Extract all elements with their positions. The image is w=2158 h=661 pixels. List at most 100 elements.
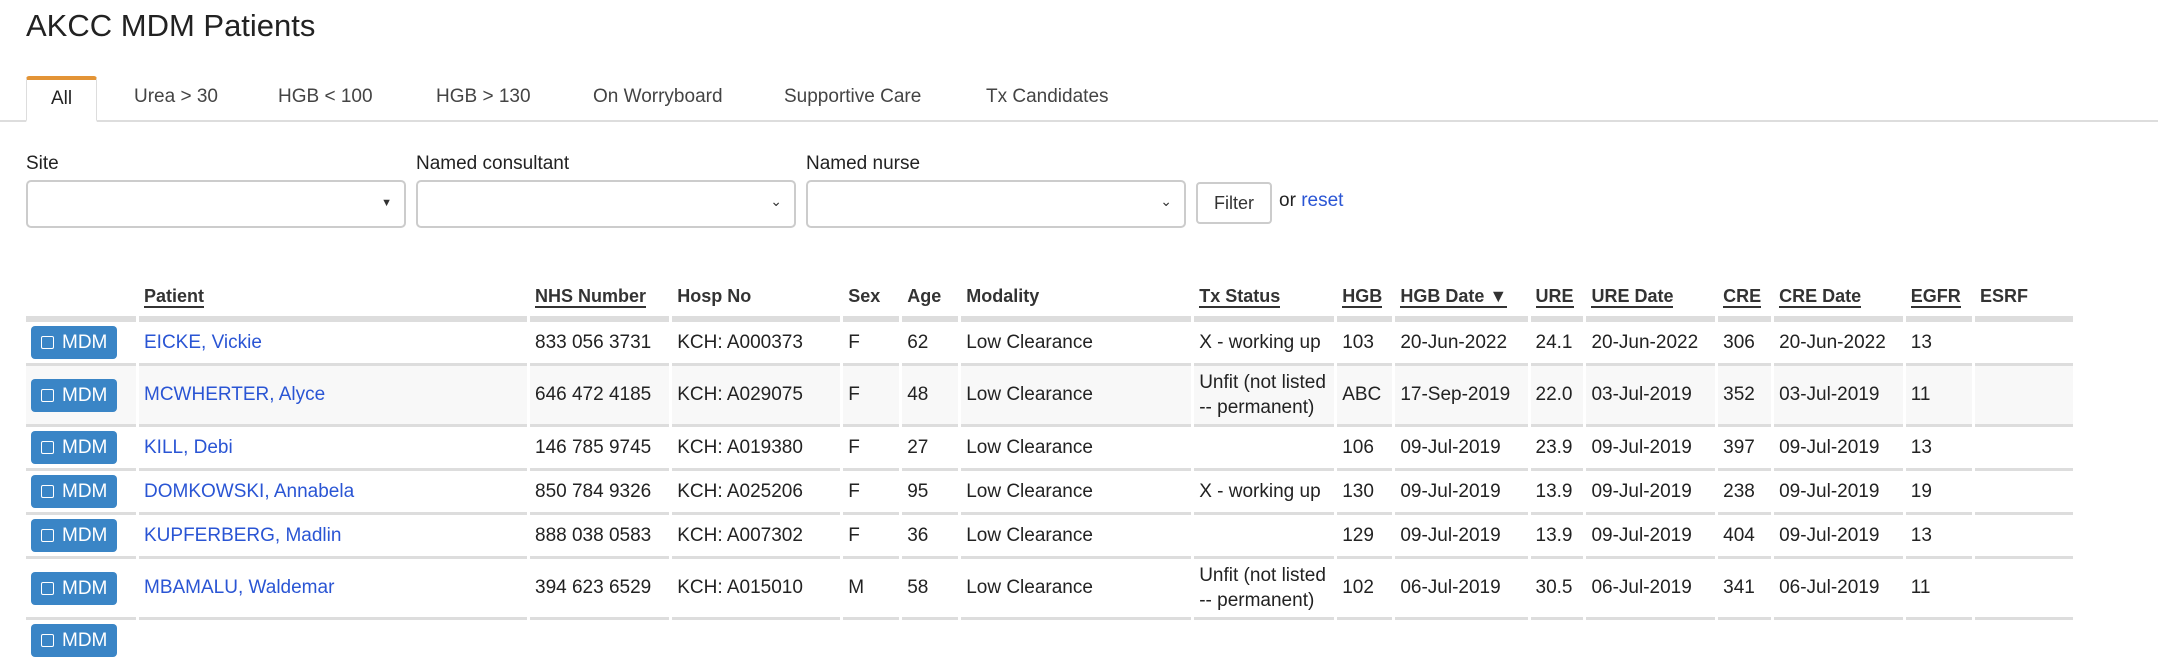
col-label: CRE bbox=[1723, 286, 1762, 308]
cell-age: 58 bbox=[902, 556, 959, 617]
patient-link[interactable]: MCWHERTER, Alyce bbox=[144, 384, 325, 405]
cell-esrf bbox=[1975, 424, 2073, 468]
mdm-button[interactable]: MDM bbox=[31, 431, 118, 464]
cell-hgb-date: 17-Sep-2019 bbox=[1395, 363, 1528, 424]
mdm-button[interactable]: MDM bbox=[31, 326, 118, 359]
col-label: Tx Status bbox=[1199, 286, 1281, 308]
cell-sex: F bbox=[843, 468, 900, 512]
cell-empty bbox=[1194, 617, 1335, 661]
cell-empty bbox=[1718, 617, 1772, 661]
col-cre[interactable]: CRE bbox=[1718, 286, 1772, 319]
col-egfr[interactable]: EGFR bbox=[1905, 286, 1972, 319]
cell-esrf bbox=[1975, 468, 2073, 512]
cell-ure-date: 09-Jul-2019 bbox=[1586, 424, 1716, 468]
mdm-button[interactable]: MDM bbox=[31, 475, 118, 508]
tab-urea-over-30[interactable]: Urea > 30 bbox=[108, 76, 244, 122]
col-tx-status[interactable]: Tx Status bbox=[1194, 286, 1335, 319]
cell-empty bbox=[1975, 617, 2073, 661]
table-row: MDM MCWHERTER, Alyce 646 472 4185 KCH: A029… bbox=[26, 363, 2073, 424]
cell-modality: Low Clearance bbox=[961, 556, 1192, 617]
caret-down-icon: ▼ bbox=[381, 197, 392, 209]
mdm-label: MDM bbox=[62, 630, 108, 651]
cell-ure-date: 20-Jun-2022 bbox=[1586, 319, 1716, 363]
cell-cre-date: 06-Jul-2019 bbox=[1774, 556, 1903, 617]
col-ure-date[interactable]: URE Date bbox=[1586, 286, 1716, 319]
cell-hgb-date: 09-Jul-2019 bbox=[1395, 512, 1528, 556]
external-link-icon bbox=[41, 336, 54, 349]
cell-cre-date: 20-Jun-2022 bbox=[1774, 319, 1903, 363]
col-modality: Modality bbox=[961, 286, 1192, 319]
cell-cre: 306 bbox=[1718, 319, 1772, 363]
cell-hosp-no: KCH: A007302 bbox=[672, 512, 841, 556]
col-hgb[interactable]: HGB bbox=[1337, 286, 1393, 319]
patient-link[interactable]: EICKE, Vickie bbox=[144, 332, 262, 353]
or-text: or bbox=[1279, 190, 1296, 211]
cell-empty bbox=[530, 617, 670, 661]
col-sex: Sex bbox=[843, 286, 900, 319]
cell-ure-date: 09-Jul-2019 bbox=[1586, 468, 1716, 512]
patient-link[interactable]: KILL, Debi bbox=[144, 437, 233, 458]
cell-ure: 23.9 bbox=[1530, 424, 1584, 468]
col-label: URE bbox=[1535, 286, 1574, 308]
cell-patient: EICKE, Vickie bbox=[139, 319, 527, 363]
cell-tx-status: Unfit (not listed -- permanent) bbox=[1194, 363, 1335, 424]
mdm-button[interactable]: MDM bbox=[31, 519, 118, 552]
cell-modality: Low Clearance bbox=[961, 319, 1192, 363]
cell-modality: Low Clearance bbox=[961, 468, 1192, 512]
cell-ure: 22.0 bbox=[1530, 363, 1584, 424]
mdm-cell: MDM bbox=[26, 617, 136, 661]
cell-cre: 341 bbox=[1718, 556, 1772, 617]
cell-esrf bbox=[1975, 319, 2073, 363]
mdm-button[interactable]: MDM bbox=[31, 624, 118, 657]
chevron-down-icon: ⌄ bbox=[1160, 193, 1172, 209]
col-ure[interactable]: URE bbox=[1530, 286, 1584, 319]
col-hgb-date[interactable]: HGB Date ▼ bbox=[1395, 286, 1528, 319]
cell-empty bbox=[1395, 617, 1528, 661]
tab-hgb-over-130[interactable]: HGB > 130 bbox=[410, 76, 557, 122]
cell-modality: Low Clearance bbox=[961, 363, 1192, 424]
col-age: Age bbox=[902, 286, 959, 319]
col-nhs-number[interactable]: NHS Number bbox=[530, 286, 670, 319]
cell-tx-status: X - working up bbox=[1194, 468, 1335, 512]
mdm-cell: MDM bbox=[26, 512, 136, 556]
table-header: Patient NHS Number Hosp No Sex Age Modal… bbox=[26, 286, 2073, 319]
site-select[interactable]: ▼ bbox=[26, 180, 406, 228]
cell-hosp-no: KCH: A000373 bbox=[672, 319, 841, 363]
cell-nhs-number: 646 472 4185 bbox=[530, 363, 670, 424]
cell-patient: DOMKOWSKI, Annabela bbox=[139, 468, 527, 512]
tab-hgb-under-100[interactable]: HGB < 100 bbox=[252, 76, 399, 122]
patient-link[interactable]: DOMKOWSKI, Annabela bbox=[144, 481, 354, 502]
nurse-select[interactable]: ⌄ bbox=[806, 180, 1186, 228]
tab-all[interactable]: All bbox=[26, 76, 98, 122]
external-link-icon bbox=[41, 529, 54, 542]
cell-empty bbox=[1530, 617, 1584, 661]
cell-hgb: 102 bbox=[1337, 556, 1393, 617]
cell-ure-date: 06-Jul-2019 bbox=[1586, 556, 1716, 617]
tab-on-worryboard[interactable]: On Worryboard bbox=[567, 76, 749, 122]
cell-cre: 404 bbox=[1718, 512, 1772, 556]
cell-hgb-date: 20-Jun-2022 bbox=[1395, 319, 1528, 363]
mdm-cell: MDM bbox=[26, 363, 136, 424]
cell-tx-status: Unfit (not listed -- permanent) bbox=[1194, 556, 1335, 617]
patient-link[interactable]: MBAMALU, Waldemar bbox=[144, 577, 334, 598]
cell-sex: F bbox=[843, 363, 900, 424]
cell-esrf bbox=[1975, 556, 2073, 617]
tab-supportive-care[interactable]: Supportive Care bbox=[758, 76, 947, 122]
mdm-label: MDM bbox=[62, 481, 108, 502]
consultant-select[interactable]: ⌄ bbox=[416, 180, 796, 228]
cell-patient: MCWHERTER, Alyce bbox=[139, 363, 527, 424]
cell-cre: 397 bbox=[1718, 424, 1772, 468]
mdm-label: MDM bbox=[62, 332, 108, 353]
mdm-button[interactable]: MDM bbox=[31, 378, 118, 412]
cell-hosp-no: KCH: A025206 bbox=[672, 468, 841, 512]
filter-button[interactable]: Filter bbox=[1196, 182, 1272, 224]
tab-tx-candidates[interactable]: Tx Candidates bbox=[960, 76, 1135, 122]
page-title: AKCC MDM Patients bbox=[26, 8, 316, 43]
col-label: Patient bbox=[144, 286, 205, 308]
cell-hosp-no: KCH: A015010 bbox=[672, 556, 841, 617]
mdm-button[interactable]: MDM bbox=[31, 571, 118, 605]
reset-link[interactable]: reset bbox=[1301, 190, 1343, 211]
patient-link[interactable]: KUPFERBERG, Madlin bbox=[144, 525, 341, 546]
col-patient[interactable]: Patient bbox=[139, 286, 527, 319]
col-cre-date[interactable]: CRE Date bbox=[1774, 286, 1903, 319]
